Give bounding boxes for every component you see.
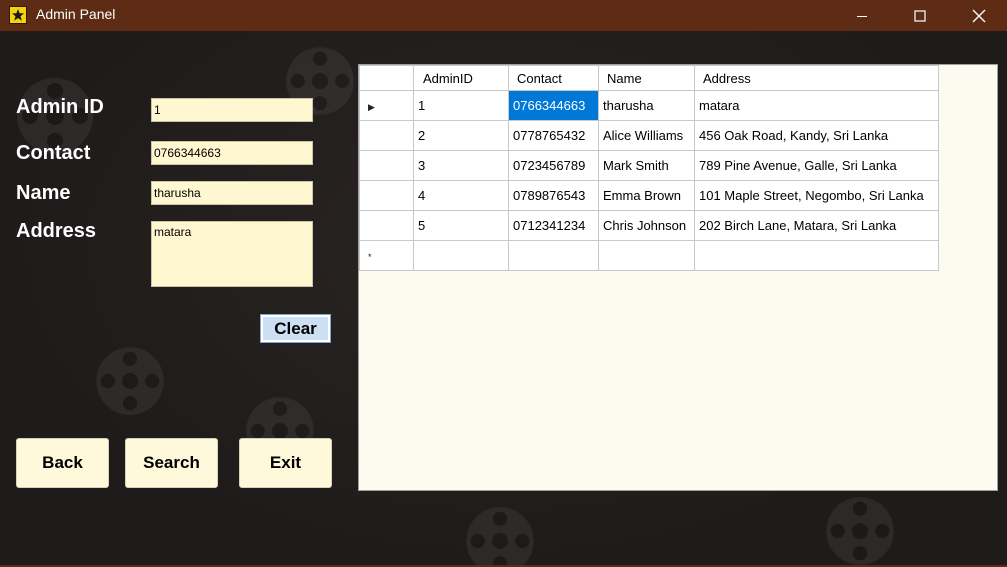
grid-cell[interactable]: 0723456789 <box>508 150 599 181</box>
grid-cell[interactable]: 202 Birch Lane, Matara, Sri Lanka <box>694 210 939 241</box>
grid-cell-empty[interactable] <box>694 240 939 271</box>
grid-header-row: AdminID Contact Name Address <box>359 65 939 91</box>
column-header-address[interactable]: Address <box>694 65 939 91</box>
new-row[interactable]: * <box>359 240 939 271</box>
title-bar: Admin Panel <box>0 0 1007 31</box>
row-header[interactable] <box>359 150 414 181</box>
current-row-arrow-icon: ▶ <box>368 102 375 112</box>
grid-cell[interactable]: 456 Oak Road, Kandy, Sri Lanka <box>694 120 939 151</box>
grid-cell-empty[interactable] <box>598 240 695 271</box>
row-header[interactable] <box>359 120 414 151</box>
grid-cell[interactable]: 0712341234 <box>508 210 599 241</box>
column-header-name[interactable]: Name <box>598 65 695 91</box>
admin-id-label: Admin ID <box>16 96 104 118</box>
clear-button[interactable]: Clear <box>260 314 331 343</box>
grid-cell[interactable]: 1 <box>413 90 509 121</box>
maximize-button[interactable] <box>892 0 948 31</box>
film-star-icon <box>9 6 27 24</box>
grid-cell[interactable]: 2 <box>413 120 509 151</box>
grid-cell[interactable]: 4 <box>413 180 509 211</box>
table-row[interactable]: ▶ 1 0766344663 tharusha matara <box>359 90 939 121</box>
row-header[interactable] <box>359 180 414 211</box>
grid-cell[interactable]: 789 Pine Avenue, Galle, Sri Lanka <box>694 150 939 181</box>
window-title: Admin Panel <box>36 6 116 22</box>
name-input[interactable] <box>151 181 313 205</box>
data-grid-table: AdminID Contact Name Address ▶ 1 0766344… <box>359 65 939 271</box>
search-button[interactable]: Search <box>125 438 218 488</box>
grid-cell[interactable]: 3 <box>413 150 509 181</box>
grid-cell[interactable]: Mark Smith <box>598 150 695 181</box>
grid-cell[interactable]: Emma Brown <box>598 180 695 211</box>
row-header[interactable] <box>359 210 414 241</box>
row-header-current[interactable]: ▶ <box>359 90 414 121</box>
column-header-contact[interactable]: Contact <box>508 65 599 91</box>
table-row[interactable]: 4 0789876543 Emma Brown 101 Maple Street… <box>359 180 939 211</box>
minimize-button[interactable] <box>834 0 890 31</box>
grid-cell[interactable]: 0778765432 <box>508 120 599 151</box>
grid-cell[interactable]: Alice Williams <box>598 120 695 151</box>
table-row[interactable]: 3 0723456789 Mark Smith 789 Pine Avenue,… <box>359 150 939 181</box>
name-label: Name <box>16 182 71 204</box>
grid-cell[interactable]: Chris Johnson <box>598 210 695 241</box>
film-reel-icon <box>466 507 534 567</box>
address-label: Address <box>16 220 97 242</box>
admin-data-grid[interactable]: AdminID Contact Name Address ▶ 1 0766344… <box>358 64 998 491</box>
address-input[interactable]: matara <box>151 221 313 287</box>
new-row-asterisk-icon: * <box>368 252 372 262</box>
back-button[interactable]: Back <box>16 438 109 488</box>
admin-id-input[interactable] <box>151 98 313 122</box>
grid-cell[interactable]: matara <box>694 90 939 121</box>
grid-cell[interactable]: tharusha <box>598 90 695 121</box>
contact-input[interactable] <box>151 141 313 165</box>
close-button[interactable] <box>951 0 1007 31</box>
grid-cell-empty[interactable] <box>413 240 509 271</box>
row-header-new[interactable]: * <box>359 240 414 271</box>
exit-button[interactable]: Exit <box>239 438 332 488</box>
contact-label: Contact <box>16 142 91 164</box>
table-row[interactable]: 5 0712341234 Chris Johnson 202 Birch Lan… <box>359 210 939 241</box>
grid-corner-cell[interactable] <box>359 65 414 91</box>
table-row[interactable]: 2 0778765432 Alice Williams 456 Oak Road… <box>359 120 939 151</box>
film-reel-icon <box>826 497 894 565</box>
grid-cell[interactable]: 5 <box>413 210 509 241</box>
grid-cell[interactable]: 101 Maple Street, Negombo, Sri Lanka <box>694 180 939 211</box>
column-header-adminid[interactable]: AdminID <box>413 65 509 91</box>
grid-cell-selected[interactable]: 0766344663 <box>508 90 599 121</box>
grid-cell[interactable]: 0789876543 <box>508 180 599 211</box>
film-reel-icon <box>96 347 164 415</box>
grid-cell-empty[interactable] <box>508 240 599 271</box>
